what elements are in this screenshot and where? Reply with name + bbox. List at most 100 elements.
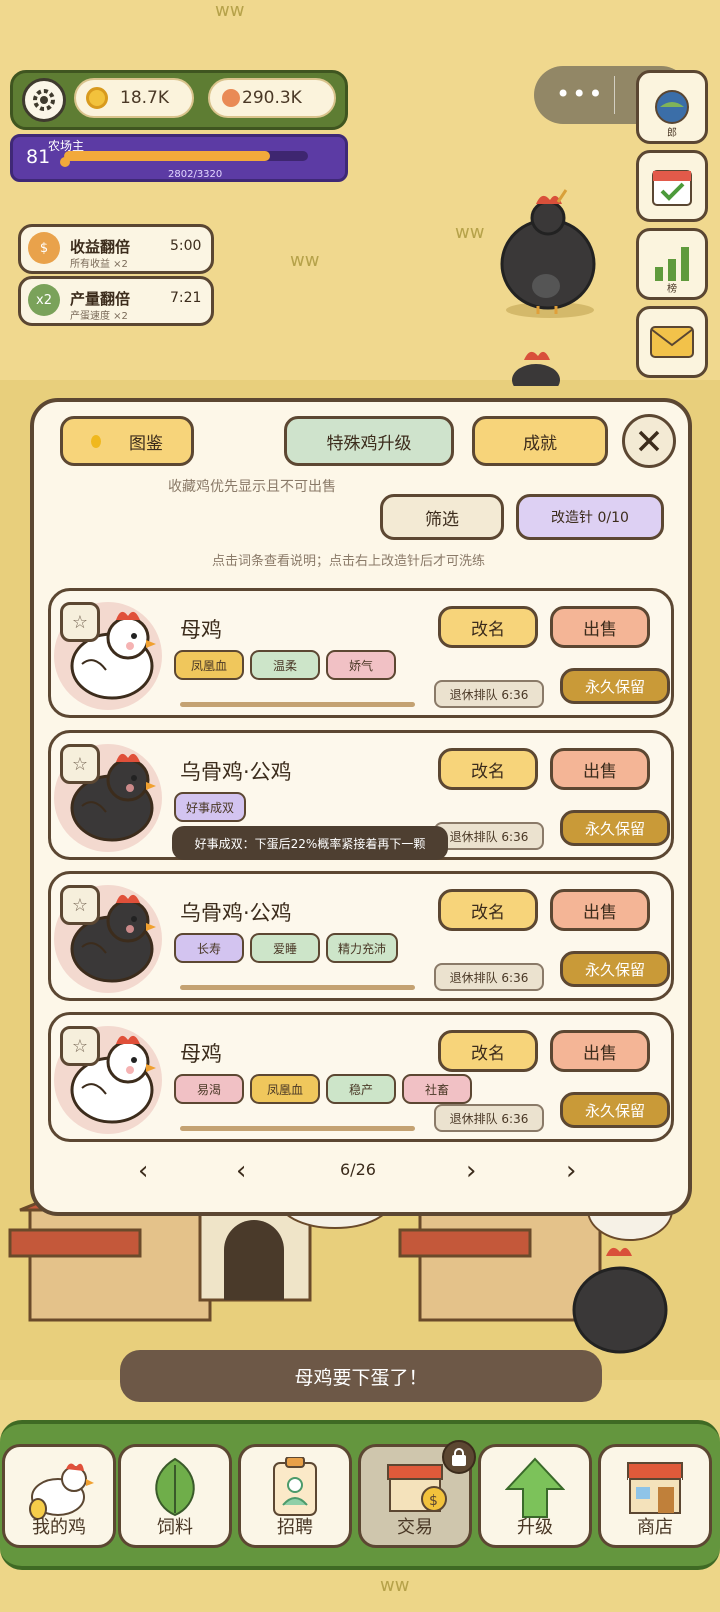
nav-label: 饲料 [157, 1517, 193, 1538]
rename-button[interactable]: 改名 [438, 748, 538, 790]
trait-tag[interactable]: 长寿 [174, 933, 244, 963]
grass-tuft: ww [215, 0, 245, 21]
next-page-button[interactable]: › [466, 1156, 476, 1186]
keep-forever-button[interactable]: 永久保留 [560, 668, 670, 704]
background-black-chicken [512, 351, 560, 386]
nav-feed[interactable]: 饲料 [118, 1444, 232, 1548]
dollar-icon: $ [28, 232, 60, 264]
collection-label: 图鉴 [129, 433, 163, 454]
xp-dot [60, 157, 70, 167]
chicken-name: 母鸡 [180, 618, 222, 642]
gem-value: 290.3K [242, 88, 302, 108]
retire-queue-button[interactable]: 退休排队 6:36 [434, 680, 544, 708]
grass-tuft: ww [290, 250, 320, 271]
favorite-star-button[interactable]: ☆ [60, 602, 100, 642]
trait-tag[interactable]: 凤凰血 [250, 1074, 320, 1104]
grass-tuft: ww [380, 1575, 410, 1596]
mail-icon [650, 326, 694, 358]
buff-subtitle: 所有收益 ×2 [70, 259, 128, 270]
trait-tag[interactable]: 凤凰血 [174, 650, 244, 680]
nav-label: 招聘 [277, 1517, 313, 1538]
shop-icon [627, 1462, 683, 1514]
coin-counter: 18.7K [74, 78, 194, 118]
trait-tooltip: 好事成双：下蛋后22%概率紧接着再下一颗 [172, 826, 448, 860]
keep-forever-button[interactable]: 永久保留 [560, 1092, 670, 1128]
buff-timer: 5:00 [170, 238, 202, 254]
side-button-calendar[interactable] [636, 150, 708, 222]
nav-label: 交易 [397, 1517, 433, 1538]
side-button-mail[interactable] [636, 306, 708, 378]
nav-shop[interactable]: 商店 [598, 1444, 712, 1548]
close-icon [638, 430, 660, 452]
buff-timer: 7:21 [170, 290, 202, 306]
trait-tag[interactable]: 好事成双 [174, 792, 246, 822]
chicken-name: 乌骨鸡·公鸡 [180, 901, 292, 925]
trait-tag[interactable]: 温柔 [250, 650, 320, 680]
retire-queue-button[interactable]: 退休排队 6:36 [434, 1104, 544, 1132]
last-page-button[interactable]: › [566, 1156, 576, 1186]
chicken-progress-bar [180, 1126, 415, 1131]
egg-icon [91, 434, 101, 448]
sell-button[interactable]: 出售 [550, 1030, 650, 1072]
level-number: 81 [26, 146, 51, 168]
chicken-icon [29, 1463, 94, 1519]
page-indicator: 6/26 [340, 1160, 376, 1179]
grass-tuft: ww [455, 222, 485, 243]
trait-tag[interactable]: 娇气 [326, 650, 396, 680]
special-upgrade-label: 特殊鸡升级 [326, 433, 412, 454]
buff-subtitle: 产蛋速度 ×2 [70, 311, 128, 322]
retire-queue-button[interactable]: 退休排队 6:36 [434, 822, 544, 850]
lock-icon [442, 1440, 476, 1474]
filter-button[interactable]: 筛选 [380, 494, 504, 540]
retire-queue-button[interactable]: 退休排队 6:36 [434, 963, 544, 991]
close-panel-button[interactable] [622, 414, 676, 468]
more-button[interactable]: ••• [556, 80, 604, 108]
nav-upgrade[interactable]: 升级 [478, 1444, 592, 1548]
collection-button[interactable]: 图鉴 [60, 416, 194, 466]
leaf-icon [155, 1457, 195, 1517]
buff-title: 收益翻倍 [70, 238, 131, 256]
favorite-star-button[interactable]: ☆ [60, 1026, 100, 1066]
side-label: 郎 [667, 128, 677, 139]
keep-forever-button[interactable]: 永久保留 [560, 951, 670, 987]
side-button-ranking[interactable]: 榜 [636, 228, 708, 300]
favorite-star-button[interactable]: ☆ [60, 744, 100, 784]
first-page-button[interactable]: ‹ [138, 1156, 148, 1186]
capsule-divider [614, 76, 615, 114]
trait-tag[interactable]: 精力充沛 [326, 933, 398, 963]
rename-button[interactable]: 改名 [438, 889, 538, 931]
achievement-button[interactable]: 成就 [472, 416, 608, 466]
globe-icon [655, 90, 689, 124]
favorite-star-button[interactable]: ☆ [60, 885, 100, 925]
nav-label: 我的鸡 [32, 1517, 86, 1538]
sell-button[interactable]: 出售 [550, 748, 650, 790]
modify-needle-button[interactable]: 改造针 0/10 [516, 494, 664, 540]
nav-label: 升级 [517, 1517, 553, 1538]
instruction-hint: 点击词条查看说明；点击右上改造针后才可洗练 [212, 554, 486, 569]
svg-text:$: $ [429, 1493, 438, 1509]
sell-button[interactable]: 出售 [550, 889, 650, 931]
special-upgrade-button[interactable]: 特殊鸡升级 [284, 416, 454, 466]
collection-notice: 收藏鸡优先显示且不可出售 [168, 479, 336, 495]
trait-tag[interactable]: 易渴 [174, 1074, 244, 1104]
gem-counter: 290.3K [208, 78, 336, 118]
rename-button[interactable]: 改名 [438, 1030, 538, 1072]
arrow-up-icon [505, 1457, 565, 1518]
sell-button[interactable]: 出售 [550, 606, 650, 648]
buff-title: 产量翻倍 [70, 290, 131, 308]
gear-icon [33, 89, 55, 111]
nav-recruit[interactable]: 招聘 [238, 1444, 352, 1548]
trait-tag[interactable]: 稳产 [326, 1074, 396, 1104]
trait-tag[interactable]: 社畜 [402, 1074, 472, 1104]
chicken-progress-bar [180, 702, 415, 707]
side-button-globe[interactable]: 郎 [636, 70, 708, 144]
prev-page-button[interactable]: ‹ [236, 1156, 246, 1186]
nav-my-chickens[interactable]: 我的鸡 [2, 1444, 116, 1548]
rename-button[interactable]: 改名 [438, 606, 538, 648]
chicken-name: 乌骨鸡·公鸡 [180, 760, 292, 784]
keep-forever-button[interactable]: 永久保留 [560, 810, 670, 846]
badge-icon [273, 1457, 317, 1516]
market-icon: $ [387, 1464, 447, 1512]
trait-tag[interactable]: 爱睡 [250, 933, 320, 963]
settings-button[interactable] [22, 78, 66, 122]
